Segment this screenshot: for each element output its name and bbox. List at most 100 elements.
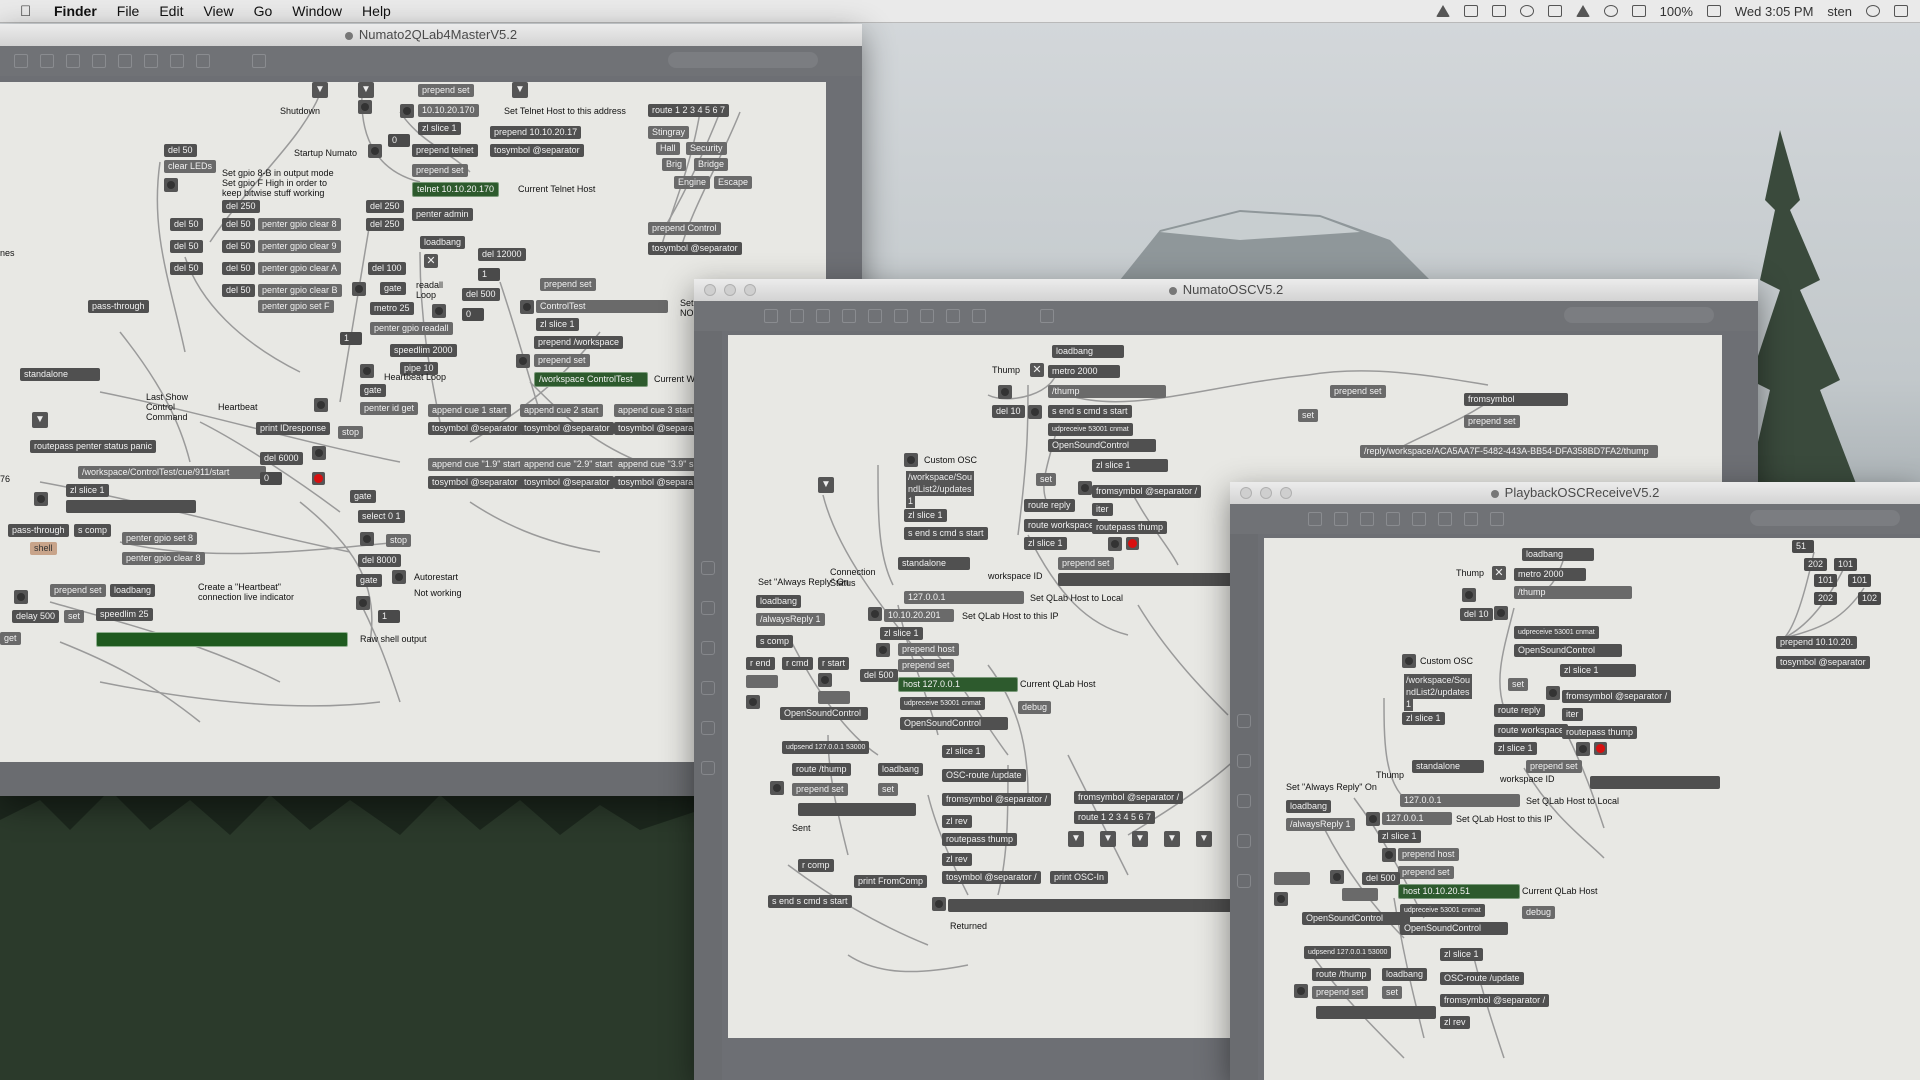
del-8000[interactable]: del 8000	[358, 554, 401, 567]
presentation-icon[interactable]	[1334, 512, 1348, 526]
msg-set[interactable]: set	[1508, 678, 1529, 691]
battery-icon[interactable]	[1706, 5, 1721, 17]
del6000-bang[interactable]	[312, 446, 326, 460]
print-idresponse[interactable]: print IDresponse	[256, 422, 331, 435]
msg-append-cue-2[interactable]: append cue 2 start	[520, 404, 603, 417]
number-box-0b[interactable]: 0	[462, 308, 484, 321]
msg-localhost[interactable]: 127.0.0.1	[1400, 794, 1520, 807]
comment-icon[interactable]	[816, 309, 830, 323]
sidebar-icon-4[interactable]	[701, 681, 715, 695]
msg-escape[interactable]: Escape	[714, 176, 753, 189]
zl-slice-1-e[interactable]: zl slice 1	[942, 745, 985, 758]
zl-slice-1[interactable]: zl slice 1	[418, 122, 461, 135]
thump-toggle[interactable]: ✕	[1492, 566, 1506, 580]
zl-slice-1-e[interactable]: zl slice 1	[1440, 948, 1483, 961]
out-arrow-3[interactable]: ▼	[1132, 831, 1148, 847]
route-thump[interactable]: route /thump	[792, 763, 851, 776]
metro-bang[interactable]	[432, 304, 446, 318]
del-500[interactable]: del 500	[860, 669, 898, 682]
bluetooth-icon[interactable]	[1547, 5, 1562, 17]
del-250-a[interactable]: del 250	[222, 200, 260, 213]
close-patch-icon[interactable]	[1360, 512, 1374, 526]
msg-host-local[interactable]: host 127.0.0.1	[898, 677, 1018, 692]
add-icon[interactable]	[196, 54, 210, 68]
msg-prepend-set-3[interactable]: prepend set	[1058, 557, 1114, 570]
grid-icon[interactable]	[92, 54, 106, 68]
presentation-icon[interactable]	[790, 309, 804, 323]
pass-through[interactable]: pass-through	[88, 300, 149, 313]
zl-rev-2[interactable]: zl rev	[942, 853, 972, 866]
sidebar-icon-6[interactable]	[701, 761, 715, 775]
fromsymbol-sep-3[interactable]: fromsymbol @separator /	[1074, 791, 1184, 804]
del-12000[interactable]: del 12000	[478, 248, 526, 261]
msg-penter-id-get[interactable]: penter id get	[360, 402, 419, 415]
pass-through-2[interactable]: pass-through	[8, 524, 69, 537]
clock[interactable]: Wed 3:05 PM	[1735, 4, 1814, 19]
apple-menu-icon[interactable]: 	[20, 3, 42, 20]
zl-slice-1[interactable]: zl slice 1	[1560, 664, 1636, 677]
number-box-0[interactable]: 0	[388, 134, 410, 147]
msg-workspace-cue-path[interactable]: /workspace/ControlTest/cue/911/start	[78, 466, 266, 479]
metro-25[interactable]: metro 25	[370, 302, 414, 315]
msg-control-test[interactable]: ControlTest	[536, 300, 668, 313]
loadbang-3[interactable]: loadbang	[878, 763, 924, 776]
tosymbol-separator[interactable]: tosymbol @separator	[490, 144, 584, 157]
number-box-1c[interactable]: 1	[378, 610, 400, 623]
tosymbol-b[interactable]: tosymbol @separator	[520, 422, 614, 435]
fromsymbol-sep[interactable]: fromsymbol @separator /	[1092, 485, 1202, 498]
search-field[interactable]	[1564, 307, 1714, 323]
fromsymbol[interactable]: fromsymbol	[1464, 393, 1568, 406]
print-osc-in[interactable]: print OSC-In	[1050, 871, 1109, 884]
msg-prepend-set-3[interactable]: prepend set	[50, 584, 106, 597]
msg-prepend-set[interactable]: prepend set	[1526, 760, 1582, 773]
udpreceive-2[interactable]: udpreceive 53001 cnmat	[900, 697, 985, 710]
msg-prepend-control[interactable]: prepend Control	[648, 222, 721, 235]
msg-prepend-set-5[interactable]: prepend set	[792, 783, 848, 796]
msg-debug[interactable]: debug	[1018, 701, 1052, 714]
lock-icon[interactable]	[1308, 512, 1322, 526]
del-250-b[interactable]: del 250	[366, 200, 404, 213]
loadbang-3[interactable]: loadbang	[1382, 968, 1428, 981]
msg-gpio-set-f[interactable]: penter gpio set F	[258, 300, 334, 313]
open-sound-control-3[interactable]: OpenSoundControl	[1400, 922, 1508, 935]
del-50-a[interactable]: del 50	[164, 144, 197, 157]
zl-slice-1-c[interactable]: zl slice 1	[536, 318, 579, 331]
msg-empty-1[interactable]	[1274, 872, 1310, 885]
s-comp[interactable]: s comp	[756, 635, 794, 648]
msg-host-51[interactable]: host 10.10.20.51	[1398, 884, 1520, 899]
number-box-202b[interactable]: 202	[1814, 592, 1838, 605]
grid-icon[interactable]	[1386, 512, 1400, 526]
prepend-ip-17[interactable]: prepend 10.10.20.17	[490, 126, 582, 139]
msg-reply-path[interactable]: /reply/workspace/ACA5AA7F-5482-443A-BB54…	[1360, 445, 1658, 458]
number-box-202[interactable]: 202	[1804, 558, 1828, 571]
route-1-7[interactable]: route 1 2 3 4 5 6 7	[1074, 811, 1156, 824]
thump-bang-2[interactable]	[1294, 984, 1308, 998]
del-50-d[interactable]: del 50	[170, 240, 203, 253]
menu-window[interactable]: Window	[292, 3, 342, 19]
msg-prepend-set-ctl[interactable]: prepend set	[540, 278, 596, 291]
loadbang-2[interactable]: loadbang	[1286, 800, 1332, 813]
menu-icon[interactable]	[1894, 5, 1908, 17]
out-arrow-2[interactable]: ▼	[1100, 831, 1116, 847]
thump-toggle[interactable]: ✕	[1030, 363, 1044, 377]
r-end[interactable]: r end	[746, 657, 775, 670]
out-arrow-1[interactable]: ▼	[1068, 831, 1084, 847]
s-end-cmd-start[interactable]: s end s cmd s start	[1048, 405, 1132, 418]
ws-bang[interactable]	[516, 354, 530, 368]
iter[interactable]: iter	[1562, 708, 1583, 721]
add-icon[interactable]	[1490, 512, 1504, 526]
toggle-x[interactable]: ✕	[424, 254, 438, 268]
route-workspace[interactable]: route workspace	[1494, 724, 1569, 737]
udpsend[interactable]: udpsend 127.0.0.1 53000	[782, 741, 870, 754]
msg-always-reply[interactable]: /alwaysReply 1	[756, 613, 825, 626]
out-arrow-5[interactable]: ▼	[1196, 831, 1212, 847]
menu-go[interactable]: Go	[254, 3, 273, 19]
debug-icon[interactable]	[170, 54, 184, 68]
new-object-icon[interactable]	[894, 309, 908, 323]
tosymbol-separator-2[interactable]: tosymbol @separator	[648, 242, 742, 255]
battery-percent[interactable]: 100%	[1660, 4, 1693, 19]
menu-file[interactable]: File	[117, 3, 140, 19]
set-bang[interactable]	[1078, 481, 1092, 495]
align-icon[interactable]	[920, 309, 934, 323]
select-bang[interactable]	[360, 532, 374, 546]
